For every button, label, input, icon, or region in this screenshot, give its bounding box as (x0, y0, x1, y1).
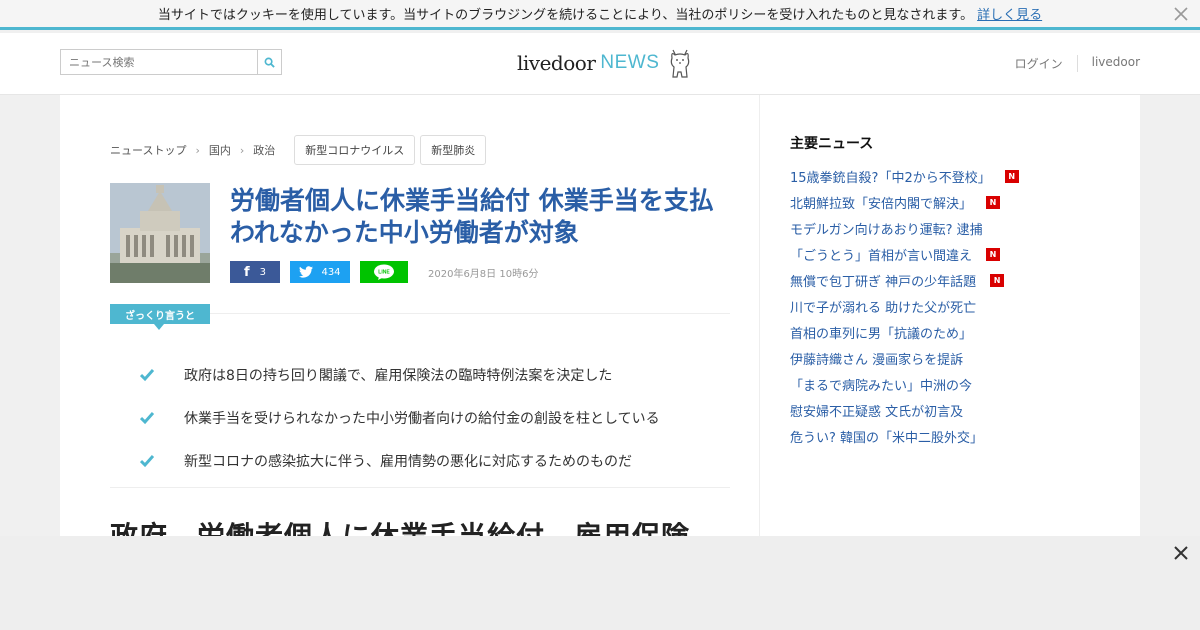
news-list-item[interactable]: 伊藤詩織さん 漫画家らを提訴 (790, 345, 1019, 371)
cookie-more-link[interactable]: 詳しく見る (977, 4, 1042, 23)
svg-text:LINE: LINE (378, 270, 390, 276)
twitter-icon (299, 266, 314, 278)
site-header: livedoor NEWS ログイン livedoor (0, 33, 1200, 95)
divider (110, 487, 730, 488)
news-link[interactable]: 首相の車列に男「抗議のため」 (790, 323, 972, 342)
search-icon (264, 57, 275, 68)
search-button[interactable] (257, 50, 281, 74)
header-links: ログイン livedoor (1001, 55, 1140, 72)
summary-item: 政府は8日の持ち回り閣議で、雇用保険法の臨時特例法案を決定した (140, 353, 660, 396)
breadcrumb-item-politics[interactable]: 政治 (253, 142, 275, 158)
logo-news-text: NEWS (600, 52, 660, 73)
news-list-item[interactable]: 無償で包丁研ぎ 神戸の少年話題 N (790, 267, 1019, 293)
summary-item: 新型コロナの感染拡大に伴う、雇用情勢の悪化に対応するためのものだ (140, 439, 660, 482)
new-badge: N (986, 195, 1001, 209)
sidebar-title: 主要ニュース (790, 136, 874, 152)
news-link[interactable]: 伊藤詩織さん 漫画家らを提訴 (790, 349, 963, 368)
ad-overlay (0, 536, 1200, 630)
cookie-banner: 当サイトではクッキーを使用しています。当サイトのブラウジングを続けることにより、… (0, 0, 1200, 30)
news-link[interactable]: 慰安婦不正疑惑 文氏が初言及 (790, 401, 963, 420)
news-list-item[interactable]: 15歳拳銃自殺?「中2から不登校」 N (790, 163, 1019, 189)
breadcrumb-item-domestic[interactable]: 国内 (209, 142, 231, 158)
facebook-share-button[interactable]: f 3 (230, 261, 280, 283)
summary-label-tail (154, 324, 164, 330)
news-link[interactable]: 15歳拳銃自殺?「中2から不登校」 (790, 167, 991, 186)
summary-text: 休業手当を受けられなかった中小労働者向けの給付金の創設を柱としている (184, 410, 660, 427)
news-list-item[interactable]: モデルガン向けあおり運転? 逮捕 (790, 215, 1019, 241)
facebook-icon: f (243, 264, 250, 280)
line-icon: LINE (374, 264, 394, 280)
tag-covid[interactable]: 新型コロナウイルス (294, 135, 416, 165)
news-list-item[interactable]: 慰安婦不正疑惑 文氏が初言及 (790, 397, 1019, 423)
close-icon[interactable] (1172, 5, 1190, 23)
check-icon (140, 454, 154, 467)
news-list-item[interactable]: 北朝鮮拉致「安倍内閣で解決」 N (790, 189, 1019, 215)
login-link[interactable]: ログイン (1001, 55, 1077, 72)
news-link[interactable]: 川で子が溺れる 助けた父が死亡 (790, 297, 976, 316)
livedoor-link[interactable]: livedoor (1076, 55, 1140, 72)
facebook-count: 3 (259, 266, 267, 278)
cookie-text: 当サイトではクッキーを使用しています。当サイトのブラウジングを続けることにより、… (157, 8, 974, 23)
news-link[interactable]: 無償で包丁研ぎ 神戸の少年話題 (790, 271, 976, 290)
tag-pneumonia[interactable]: 新型肺炎 (420, 135, 487, 165)
article-thumbnail (110, 183, 210, 283)
chevron-right-icon: › (239, 143, 245, 157)
summary-list: 政府は8日の持ち回り閣議で、雇用保険法の臨時特例法案を決定した 休業手当を受けら… (140, 353, 660, 482)
news-list-item[interactable]: 危うい? 韓国の「米中二股外交」 (790, 423, 1019, 449)
new-badge: N (1004, 169, 1019, 183)
news-list-item[interactable]: 「まるで病院みたい」中洲の今 (790, 371, 1019, 397)
breadcrumb-item-top[interactable]: ニューストップ (110, 142, 186, 158)
site-logo[interactable]: livedoor NEWS (517, 43, 693, 83)
summary-text: 新型コロナの感染拡大に伴う、雇用情勢の悪化に対応するためのものだ (184, 453, 632, 470)
logo-livedoor-text: livedoor (517, 51, 596, 75)
article-title[interactable]: 労働者個人に休業手当給付 休業手当を支払われなかった中小労働者が対象 (230, 185, 730, 249)
new-badge: N (990, 273, 1005, 287)
twitter-count: 434 (321, 266, 341, 278)
line-share-button[interactable]: LINE (360, 261, 408, 283)
breadcrumb: ニューストップ › 国内 › 政治 新型コロナウイルス 新型肺炎 (110, 135, 487, 165)
news-link[interactable]: モデルガン向けあおり運転? 逮捕 (790, 219, 983, 238)
top-news-list: 15歳拳銃自殺?「中2から不登校」 N 北朝鮮拉致「安倍内閣で解決」 N モデルガン向け… (790, 163, 1019, 449)
summary-item: 休業手当を受けられなかった中小労働者向けの給付金の創設を柱としている (140, 396, 660, 439)
summary-text: 政府は8日の持ち回り閣議で、雇用保険法の臨時特例法案を決定した (184, 367, 613, 384)
new-badge: N (986, 247, 1001, 261)
news-list-item[interactable]: 「ごうとう」首相が言い間違え N (790, 241, 1019, 267)
chevron-right-icon: › (195, 143, 200, 157)
twitter-share-button[interactable]: 434 (290, 261, 350, 283)
news-list-item[interactable]: 首相の車列に男「抗議のため」 (790, 319, 1019, 345)
share-bar: f 3 434 LINE 2020年6月8日 10時6分 (230, 261, 538, 283)
check-icon (140, 411, 154, 424)
check-icon (140, 368, 154, 381)
summary-label: ざっくり言うと (110, 304, 210, 324)
close-icon[interactable] (1172, 544, 1190, 562)
article-date: 2020年6月8日 10時6分 (428, 268, 539, 280)
news-link[interactable]: 「ごうとう」首相が言い間違え (790, 245, 972, 264)
news-list-item[interactable]: 川で子が溺れる 助けた父が死亡 (790, 293, 1019, 319)
news-link[interactable]: 「まるで病院みたい」中洲の今 (790, 375, 972, 394)
search-box (60, 49, 282, 75)
search-input[interactable] (61, 50, 257, 74)
news-link[interactable]: 危うい? 韓国の「米中二股外交」 (790, 427, 983, 446)
news-link[interactable]: 北朝鮮拉致「安倍内閣で解決」 (790, 193, 972, 212)
dog-mascot-icon (671, 49, 690, 78)
